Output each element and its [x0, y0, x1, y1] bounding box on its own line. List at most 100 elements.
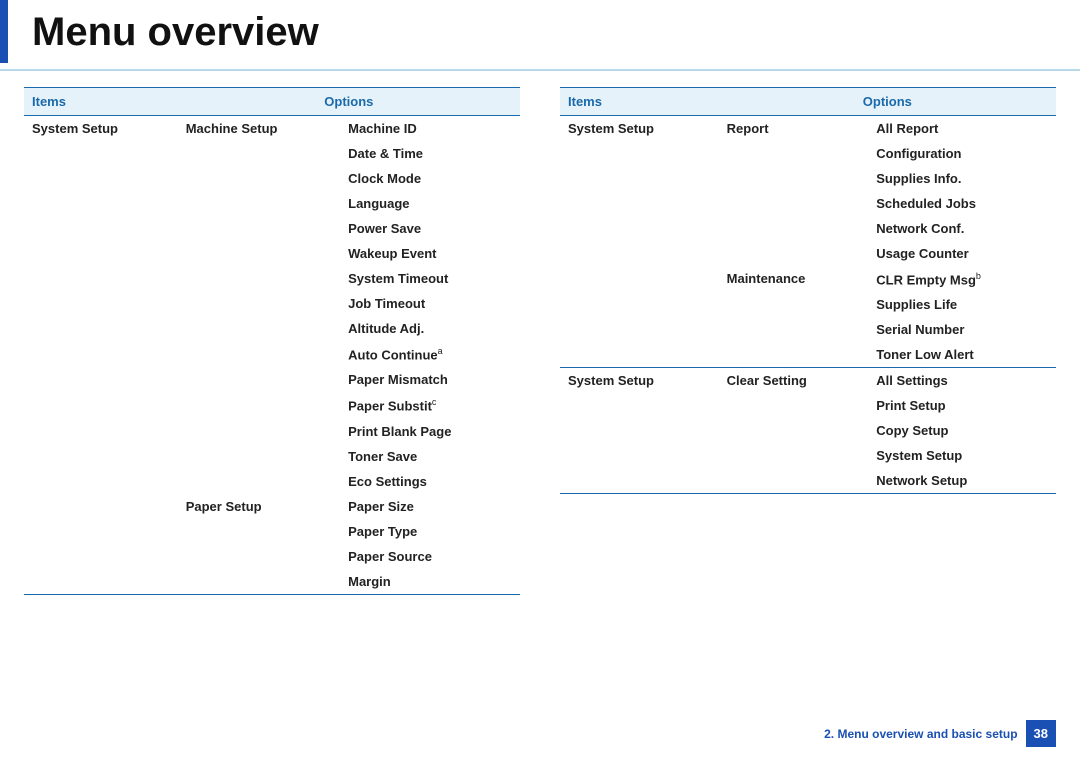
footnote-marker: c: [432, 397, 437, 407]
menu-sub-cell: [719, 317, 869, 342]
menu-option-cell: Altitude Adj.: [340, 316, 520, 341]
menu-sub-cell: [178, 316, 340, 341]
menu-sub-cell: [178, 216, 340, 241]
menu-option-cell: Configuration: [868, 141, 1056, 166]
menu-item-cell: [24, 291, 178, 316]
menu-item-cell: [560, 443, 719, 468]
menu-item-cell: [560, 216, 719, 241]
menu-option-cell: Power Save: [340, 216, 520, 241]
menu-option-cell: Wakeup Event: [340, 241, 520, 266]
menu-item-cell: [24, 392, 178, 418]
menu-item-cell: [24, 494, 178, 519]
menu-item-cell: [24, 419, 178, 444]
menu-option-cell: Paper Substitc: [340, 392, 520, 418]
menu-sub-cell: [178, 367, 340, 392]
menu-option-cell: Paper Mismatch: [340, 367, 520, 392]
menu-item-cell: [24, 166, 178, 191]
right-th-items: Items: [560, 88, 719, 116]
menu-item-cell: [24, 544, 178, 569]
right-table: Items Options System SetupReportAll Repo…: [560, 87, 1056, 493]
menu-option-cell: Machine ID: [340, 116, 520, 142]
page-title: Menu overview: [0, 0, 1080, 63]
menu-item-cell: [560, 468, 719, 493]
right-table-bottom-rule: [560, 493, 1056, 494]
menu-sub-cell: [178, 191, 340, 216]
menu-option-cell: Job Timeout: [340, 291, 520, 316]
menu-option-cell: All Settings: [868, 368, 1056, 394]
menu-item-cell: System Setup: [560, 368, 719, 394]
menu-option-cell: All Report: [868, 116, 1056, 142]
menu-option-cell: Toner Low Alert: [868, 342, 1056, 368]
menu-option-cell: Eco Settings: [340, 469, 520, 494]
menu-option-cell: Supplies Life: [868, 292, 1056, 317]
menu-sub-cell: Paper Setup: [178, 494, 340, 519]
menu-item-cell: [24, 316, 178, 341]
menu-sub-cell: Maintenance: [719, 266, 869, 292]
menu-sub-cell: [178, 444, 340, 469]
menu-item-cell: [560, 241, 719, 266]
menu-item-cell: [24, 341, 178, 367]
page-footer: 2. Menu overview and basic setup 38: [824, 720, 1056, 747]
menu-sub-cell: Clear Setting: [719, 368, 869, 394]
right-column: Items Options System SetupReportAll Repo…: [560, 87, 1056, 595]
menu-option-cell: Print Setup: [868, 393, 1056, 418]
menu-option-cell: System Timeout: [340, 266, 520, 291]
menu-option-cell: Print Blank Page: [340, 419, 520, 444]
right-th-options: Options: [719, 88, 1056, 116]
menu-sub-cell: [178, 291, 340, 316]
menu-item-cell: [24, 241, 178, 266]
menu-item-cell: [24, 216, 178, 241]
menu-sub-cell: [719, 141, 869, 166]
menu-option-cell: Copy Setup: [868, 418, 1056, 443]
content-columns: Items Options System SetupMachine SetupM…: [0, 87, 1080, 595]
footnote-marker: a: [438, 346, 443, 356]
left-th-items: Items: [24, 88, 178, 116]
menu-sub-cell: [178, 519, 340, 544]
menu-item-cell: [24, 367, 178, 392]
menu-sub-cell: [178, 166, 340, 191]
menu-sub-cell: [178, 241, 340, 266]
menu-option-cell: Paper Source: [340, 544, 520, 569]
menu-option-cell: Clock Mode: [340, 166, 520, 191]
menu-item-cell: [24, 444, 178, 469]
menu-item-cell: [24, 469, 178, 494]
menu-sub-cell: [719, 216, 869, 241]
menu-sub-cell: Report: [719, 116, 869, 142]
menu-option-cell: Language: [340, 191, 520, 216]
menu-item-cell: [24, 569, 178, 594]
menu-sub-cell: [719, 166, 869, 191]
menu-option-cell: Toner Save: [340, 444, 520, 469]
menu-sub-cell: [178, 341, 340, 367]
menu-option-cell: Network Setup: [868, 468, 1056, 493]
menu-sub-cell: [719, 342, 869, 368]
menu-item-cell: [560, 342, 719, 368]
menu-sub-cell: [178, 141, 340, 166]
menu-option-cell: System Setup: [868, 443, 1056, 468]
menu-item-cell: [560, 191, 719, 216]
menu-option-cell: CLR Empty Msgb: [868, 266, 1056, 292]
menu-sub-cell: [719, 191, 869, 216]
menu-item-cell: [560, 292, 719, 317]
menu-item-cell: System Setup: [560, 116, 719, 142]
menu-sub-cell: [178, 266, 340, 291]
menu-item-cell: System Setup: [24, 116, 178, 142]
footnote-marker: b: [976, 271, 981, 281]
menu-option-cell: Auto Continuea: [340, 341, 520, 367]
footer-page-number: 38: [1026, 720, 1056, 747]
left-table: Items Options System SetupMachine SetupM…: [24, 87, 520, 594]
menu-item-cell: [560, 393, 719, 418]
menu-sub-cell: [719, 468, 869, 493]
left-table-bottom-rule: [24, 594, 520, 595]
title-rule: [0, 69, 1080, 71]
menu-option-cell: Date & Time: [340, 141, 520, 166]
left-column: Items Options System SetupMachine SetupM…: [24, 87, 520, 595]
menu-sub-cell: [719, 443, 869, 468]
menu-item-cell: [560, 166, 719, 191]
menu-sub-cell: [178, 569, 340, 594]
menu-option-cell: Scheduled Jobs: [868, 191, 1056, 216]
menu-sub-cell: [178, 392, 340, 418]
menu-option-cell: Usage Counter: [868, 241, 1056, 266]
menu-option-cell: Paper Type: [340, 519, 520, 544]
menu-sub-cell: Machine Setup: [178, 116, 340, 142]
menu-item-cell: [24, 141, 178, 166]
